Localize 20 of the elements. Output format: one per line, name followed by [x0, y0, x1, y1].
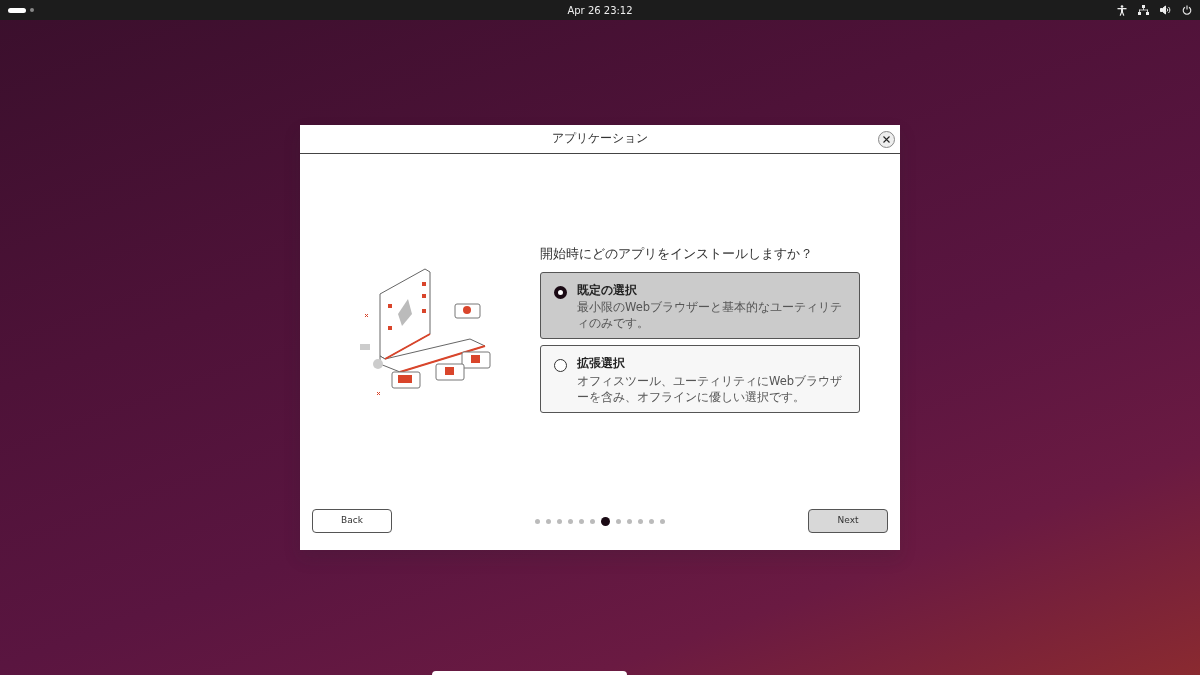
option-description: 最小限のWebブラウザーと基本的なユーティリティのみです。: [577, 299, 844, 332]
close-icon: [883, 136, 890, 143]
option-title: 既定の選択: [577, 281, 638, 299]
radio-button[interactable]: [554, 285, 567, 299]
clock[interactable]: Apr 26 23:12: [567, 3, 633, 18]
network-icon[interactable]: [1138, 5, 1149, 15]
question-text: 開始時にどのアプリをインストールしますか？: [540, 245, 814, 264]
next-button[interactable]: Next: [808, 509, 888, 533]
option-title: 拡張選択: [577, 355, 626, 373]
power-icon[interactable]: [1182, 5, 1192, 15]
option-card[interactable]: 既定の選択 最小限のWebブラウザーと基本的なユーティリティのみです。: [540, 271, 860, 340]
radio-button[interactable]: [554, 359, 567, 373]
close-button[interactable]: [878, 131, 895, 148]
dialog-title: アプリケーション: [552, 130, 648, 148]
workspace-indicator[interactable]: [8, 7, 26, 13]
option-card[interactable]: 拡張選択 オフィスツール、ユーティリティにWebブラウザーを含み、オフラインに優しい選択です。: [540, 345, 860, 413]
volume-icon[interactable]: [1160, 5, 1171, 15]
accessibility-icon[interactable]: [1117, 4, 1127, 16]
option-description: オフィスツール、ユーティリティにWebブラウザーを含み、オフラインに優しい選択です。: [577, 372, 844, 405]
back-button[interactable]: Back: [312, 509, 392, 533]
